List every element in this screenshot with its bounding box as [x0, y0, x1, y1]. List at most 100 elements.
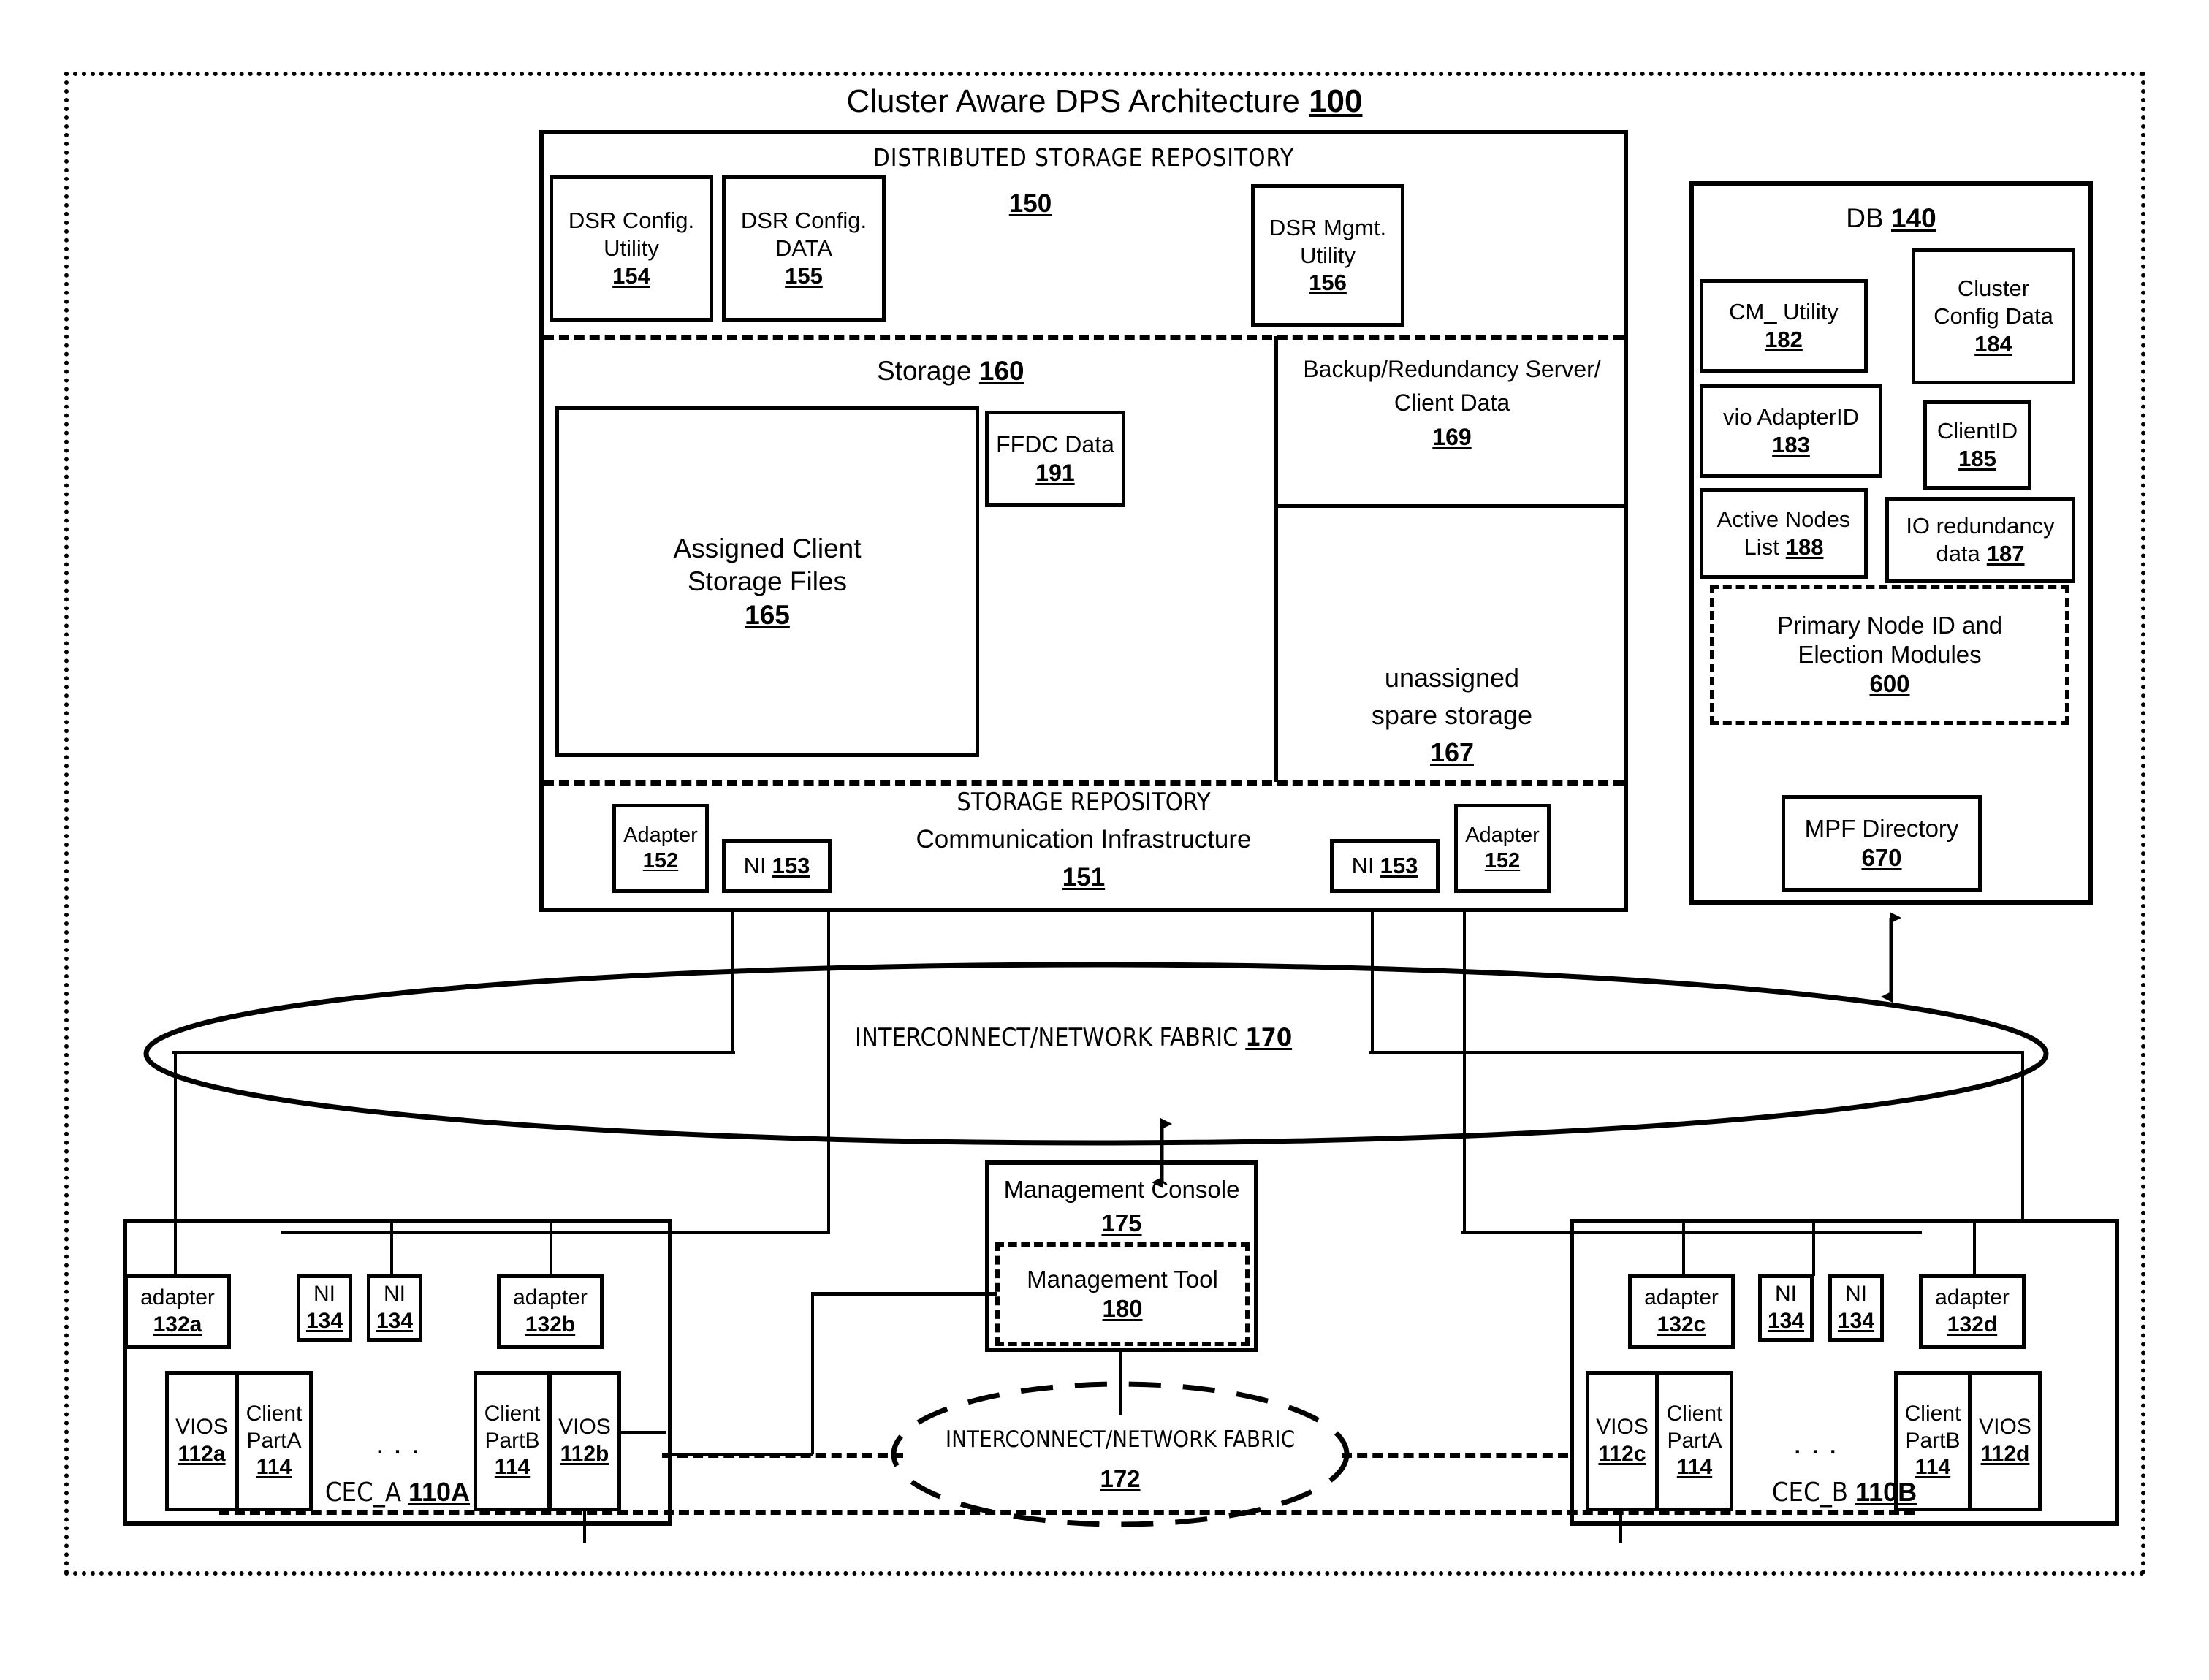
- backup-redundancy-line1: Backup/Redundancy Server/: [1303, 356, 1601, 382]
- assigned-client-storage-files-box: Assigned Client Storage Files 165: [555, 406, 979, 757]
- cec-a-ni-134-second-label: NI: [384, 1282, 406, 1307]
- cec-b-ni-134-second-ref: 134: [1837, 1309, 1875, 1333]
- management-console-ref: 175: [1101, 1209, 1142, 1236]
- cec-a-adapter-132b-label: adapter: [513, 1285, 588, 1310]
- active-nodes-line1: Active Nodes: [1716, 506, 1851, 533]
- cec-a-adapter132b-stem: [550, 1219, 552, 1276]
- management-tool-left-vertical: [811, 1292, 814, 1454]
- dsr-adapter-right-ref: 152: [1484, 849, 1521, 873]
- primary-node-election-box: Primary Node ID and Election Modules 600: [1710, 585, 2069, 725]
- dsr-config-utility-line2: Utility: [604, 235, 659, 262]
- cec-a-vios-112a-ref: 112a: [178, 1442, 226, 1466]
- db-label-text: DB: [1846, 203, 1884, 233]
- storage-label-text: Storage: [877, 356, 972, 386]
- active-nodes-ref: 188: [1785, 534, 1824, 560]
- cec-a-adapter-132a: adapter 132a: [124, 1274, 231, 1349]
- primary-node-line1: Primary Node ID and: [1776, 611, 2003, 639]
- cec-a-ni-134-first-label: NI: [313, 1282, 335, 1307]
- cec-b-adapter132d-stem: [1973, 1219, 1976, 1276]
- dsr-config-data-line2: DATA: [775, 235, 833, 262]
- cec-a-vios-112b-ref: 112b: [560, 1442, 609, 1466]
- vio-adapterid-box: vio AdapterID 183: [1700, 384, 1882, 478]
- figure-canvas: Cluster Aware DPS Architecture 100 DISTR…: [0, 0, 2209, 1680]
- connector-right-vertical-down: [2021, 1051, 2024, 1222]
- cec-a-ref: 110A: [408, 1477, 471, 1507]
- fabric-172-label: INTERCONNECT/NETWORK FABRIC: [945, 1426, 1296, 1453]
- mpf-directory-ref: 670: [1861, 844, 1902, 871]
- cec-b-ni-134-second: NI 134: [1828, 1274, 1884, 1342]
- fabric-170-ref: 170: [1245, 1023, 1293, 1052]
- cec-a-client-part-b-line2: PartB: [484, 1428, 540, 1453]
- cec-b-adapter-132d-ref: 132d: [1947, 1312, 1998, 1337]
- management-console-label: Management Console: [1003, 1176, 1240, 1203]
- dsr-adapter-left: Adapter 152: [612, 804, 709, 893]
- assigned-client-line2: Storage Files: [688, 566, 847, 597]
- unassigned-spare-line1: unassigned: [1384, 663, 1520, 693]
- management-tool-label: Management Tool: [1027, 1265, 1218, 1293]
- cluster-config-line2: Config Data: [1934, 303, 2053, 330]
- storage-label: Storage 160: [877, 354, 1024, 387]
- active-nodes-line2: List: [1744, 534, 1779, 560]
- io-redundancy-line1: IO redundancy: [1906, 513, 2055, 539]
- vio-adapterid-ref: 183: [1772, 432, 1810, 457]
- cec-a-adapter132a-stem: [174, 1219, 177, 1276]
- backup-redundancy-label: Backup/Redundancy Server/ Client Data 16…: [1279, 352, 1625, 454]
- primary-node-ref: 600: [1869, 670, 1910, 698]
- cec-b-adapter-132d: adapter 132d: [1919, 1274, 2026, 1349]
- ffdc-data-line1: FFDC Data: [996, 430, 1114, 457]
- storage-ref: 160: [978, 356, 1024, 386]
- cec-a-vios112b-lead-upper: [618, 1431, 666, 1434]
- connector-adapter152-left: [731, 912, 734, 1054]
- clientid-label: ClientID: [1936, 418, 2018, 444]
- dsr-ni-right-ref: 153: [1380, 853, 1418, 879]
- dsr-config-data-ref: 155: [785, 262, 823, 289]
- unassigned-spare-line2: spare storage: [1371, 700, 1533, 731]
- cec-b-adapter-132c-ref: 132c: [1657, 1312, 1706, 1337]
- cluster-config-data-box: Cluster Config Data 184: [1912, 248, 2075, 384]
- vio-adapterid-label: vio AdapterID: [1722, 404, 1860, 430]
- unassigned-spare-storage-label: unassigned spare storage 167: [1279, 659, 1625, 771]
- dsr-ni-right-label: NI: [1351, 853, 1375, 879]
- cec-b-vios-112d-ref: 112d: [1980, 1442, 2030, 1466]
- dsr-lower-divider: [544, 780, 1624, 786]
- figure-title-text: Cluster Aware DPS Architecture: [846, 83, 1300, 119]
- cec-b-vios-112c-label: VIOS: [1596, 1415, 1649, 1440]
- cec-b-ni-134-first: NI 134: [1758, 1274, 1814, 1342]
- cec-a-vios-112b-label: VIOS: [558, 1415, 611, 1440]
- assigned-client-ref: 165: [745, 599, 790, 630]
- cec-b-ni-134-second-label: NI: [1845, 1282, 1867, 1307]
- management-tool-left-lead: [811, 1292, 997, 1296]
- cec-a-ni-134-first-ref: 134: [305, 1309, 343, 1333]
- dsr-adapter-right: Adapter 152: [1454, 804, 1551, 893]
- mpf-directory-box: MPF Directory 670: [1782, 795, 1982, 892]
- io-redundancy-data-box: IO redundancy data 187: [1885, 497, 2075, 583]
- dsr-heading: DISTRIBUTED STORAGE REPOSITORY: [872, 143, 1295, 172]
- backup-redundancy-line2: Client Data: [1394, 389, 1510, 417]
- dsr-config-data-box: DSR Config. DATA 155: [722, 175, 886, 322]
- dsr-ni-left: NI 153: [722, 839, 832, 893]
- connector-ni153-right: [1371, 912, 1374, 1054]
- cec-b-adapter-132d-label: adapter: [1935, 1285, 2010, 1310]
- backup-spare-divider: [1274, 504, 1628, 508]
- storage-right-divider: [1274, 336, 1278, 782]
- cec-b-vios-112c-ref: 112c: [1598, 1442, 1646, 1466]
- cec-a-ni134-stem: [390, 1219, 393, 1276]
- cec-a-adapter-132b-ref: 132b: [525, 1312, 576, 1337]
- fabric-170-label: INTERCONNECT/NETWORK FABRIC 170: [855, 1023, 1292, 1053]
- dsr-mgmt-utility-line2: Utility: [1300, 242, 1356, 268]
- figure-title: Cluster Aware DPS Architecture 100: [0, 82, 2209, 121]
- cec-b-client-part-a-line1: Client: [1666, 1402, 1723, 1426]
- cec-b-adapter-132c-label: adapter: [1644, 1285, 1719, 1310]
- dsr-adapter-left-ref: 152: [642, 849, 679, 873]
- mpf-directory-label: MPF Directory: [1804, 814, 1959, 842]
- assigned-client-line1: Assigned Client: [673, 533, 862, 564]
- connector-right-horizontal-top: [1369, 1051, 2024, 1054]
- cec-a-adapter-132a-ref: 132a: [153, 1312, 202, 1337]
- ffdc-data-ref: 191: [1035, 460, 1075, 486]
- clientid-ref: 185: [1958, 446, 1996, 471]
- cec-a-adapter-132a-label: adapter: [140, 1285, 215, 1310]
- dsr-mgmt-utility-ref: 156: [1309, 270, 1347, 296]
- unassigned-spare-ref: 167: [1429, 737, 1475, 768]
- dsr-ni-left-label: NI: [743, 853, 767, 879]
- management-console-down-stem: [1119, 1352, 1122, 1415]
